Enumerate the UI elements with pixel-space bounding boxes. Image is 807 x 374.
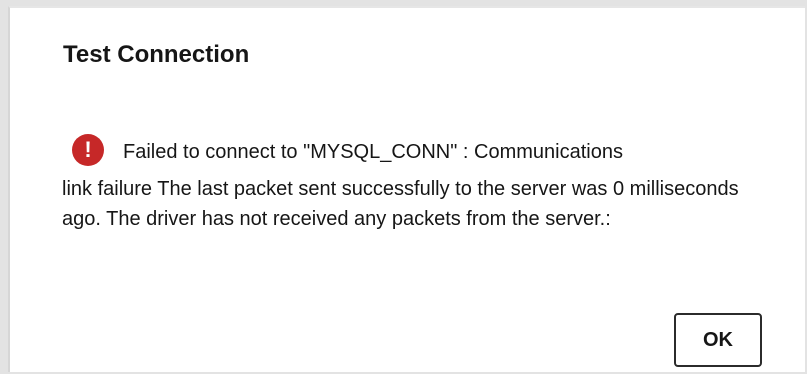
test-connection-dialog: Test Connection ! Failed to connect to "M… [8,6,805,372]
dialog-title: Test Connection [63,41,250,68]
error-message-first-line: ! Failed to connect to "MYSQL_CONN" : Com… [62,134,762,174]
error-message-text-rest: link failure The last packet sent succes… [62,178,739,230]
error-message-text-start: Failed to connect to "MYSQL_CONN" : Comm… [123,141,623,163]
error-icon: ! [72,134,104,166]
error-message: ! Failed to connect to "MYSQL_CONN" : Com… [62,134,762,234]
ok-button[interactable]: OK [674,313,762,367]
